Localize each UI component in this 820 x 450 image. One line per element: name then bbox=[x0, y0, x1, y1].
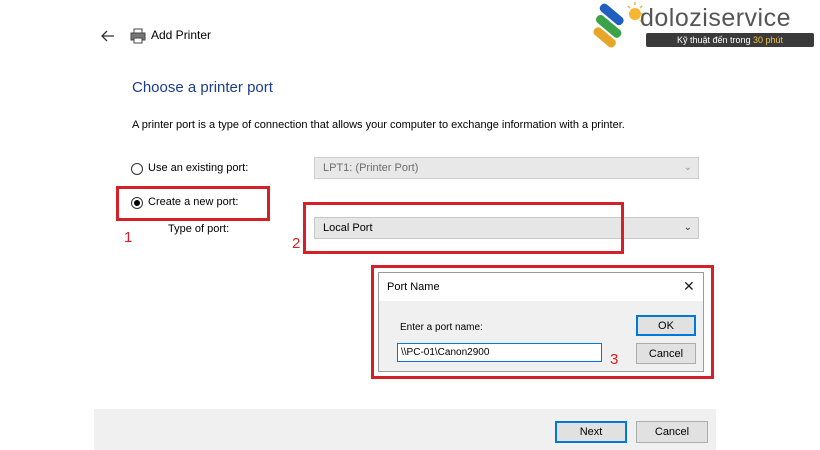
logo-tagline: Kỹ thuật đến trong 30 phút bbox=[646, 33, 814, 47]
page-heading: Choose a printer port bbox=[132, 79, 273, 96]
existing-port-select: LPT1: (Printer Port) ⌄ bbox=[314, 157, 699, 179]
cancel-button[interactable]: Cancel bbox=[636, 421, 708, 443]
annotation-number-2: 2 bbox=[292, 235, 301, 252]
window-title: Add Printer bbox=[151, 28, 212, 42]
logo-tagline-highlight: 30 phút bbox=[753, 35, 784, 45]
logo-tagline-prefix: Kỹ thuật đến trong bbox=[676, 35, 751, 45]
annotation-number-3: 3 bbox=[610, 351, 619, 368]
annotation-box-1 bbox=[116, 186, 270, 221]
page-description: A printer port is a type of connection t… bbox=[132, 119, 625, 131]
chevron-down-icon: ⌄ bbox=[683, 162, 692, 173]
annotation-number-1: 1 bbox=[124, 229, 133, 246]
printer-icon bbox=[128, 26, 148, 46]
logo-wordmark: doloziservice bbox=[640, 4, 792, 32]
use-existing-port-radio[interactable] bbox=[131, 163, 143, 175]
type-of-port-label: Type of port: bbox=[168, 223, 230, 235]
annotation-box-2 bbox=[303, 202, 624, 254]
annotation-box-3 bbox=[371, 265, 714, 379]
chevron-down-icon: ⌄ bbox=[683, 222, 692, 233]
existing-port-value: LPT1: (Printer Port) bbox=[323, 162, 419, 174]
back-arrow-icon[interactable] bbox=[98, 26, 118, 46]
use-existing-port-label[interactable]: Use an existing port: bbox=[148, 162, 248, 174]
next-button[interactable]: Next bbox=[555, 421, 627, 443]
